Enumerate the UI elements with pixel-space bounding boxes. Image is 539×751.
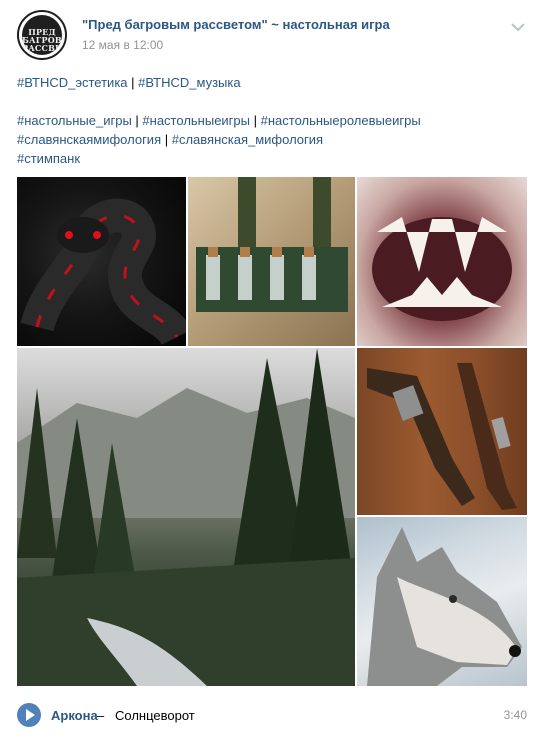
avatar-logo: ПРЕД БАГРОВЫМ РАССВЕТОМ	[22, 15, 67, 55]
post-header: ПРЕД БАГРОВЫМ РАССВЕТОМ "Пред багровым р…	[17, 10, 527, 60]
hashtag-line: #стимпанк	[17, 149, 522, 168]
community-avatar[interactable]: ПРЕД БАГРОВЫМ РАССВЕТОМ	[17, 10, 67, 60]
post-text: #ВТНСD_эстетика | #ВТНСD_музыка #настольн…	[17, 73, 522, 168]
community-name-link[interactable]: "Пред багровым рассветом" ~ настольная и…	[82, 17, 390, 32]
artist-title-separator: –	[97, 708, 105, 723]
audio-track[interactable]: Аркона – Солнцеворот 3:40	[17, 703, 527, 729]
hashtag-line: #настольные_игры | #настольныеигры | #на…	[17, 111, 522, 130]
track-title[interactable]: Солнцеворот	[115, 708, 195, 723]
chevron-down-icon[interactable]	[509, 20, 527, 34]
hashtag-link[interactable]: #настольныеролевыеигры	[261, 113, 421, 128]
hashtag-link[interactable]: #настольныеигры	[142, 113, 250, 128]
hashtag-link[interactable]: #ВТНСD_эстетика	[17, 75, 128, 90]
hashtag-link[interactable]: #ВТНСD_музыка	[138, 75, 240, 90]
play-icon	[26, 709, 35, 721]
hashtag-link[interactable]: #славянскаямифология	[17, 132, 161, 147]
track-artist-link[interactable]: Аркона	[51, 708, 98, 723]
track-duration: 3:40	[503, 708, 527, 722]
hashtag-separator: |	[250, 113, 261, 128]
wolf-photo[interactable]	[357, 517, 527, 686]
hashtag-separator: |	[131, 113, 143, 128]
hashtag-line: #славянскаямифология | #славянская_мифол…	[17, 130, 522, 149]
forest-photo[interactable]	[17, 348, 355, 686]
fangs-photo[interactable]	[357, 177, 527, 346]
play-button[interactable]	[17, 703, 41, 727]
post-date[interactable]: 12 мая в 12:00	[82, 38, 163, 52]
hashtag-line: #ВТНСD_эстетика | #ВТНСD_музыка	[17, 73, 522, 92]
snake-photo[interactable]	[17, 177, 186, 346]
bottles-photo[interactable]	[188, 177, 355, 346]
avatar-logo-text: ПРЕД БАГРОВЫМ РАССВЕТОМ	[22, 27, 67, 53]
hashtag-link[interactable]: #стимпанк	[17, 151, 80, 166]
pistol-photo[interactable]	[357, 348, 527, 515]
hashtag-link[interactable]: #славянская_мифология	[172, 132, 323, 147]
hashtag-separator: |	[127, 75, 139, 90]
hashtag-link[interactable]: #настольные_игры	[17, 113, 132, 128]
hashtag-separator: |	[161, 132, 172, 147]
